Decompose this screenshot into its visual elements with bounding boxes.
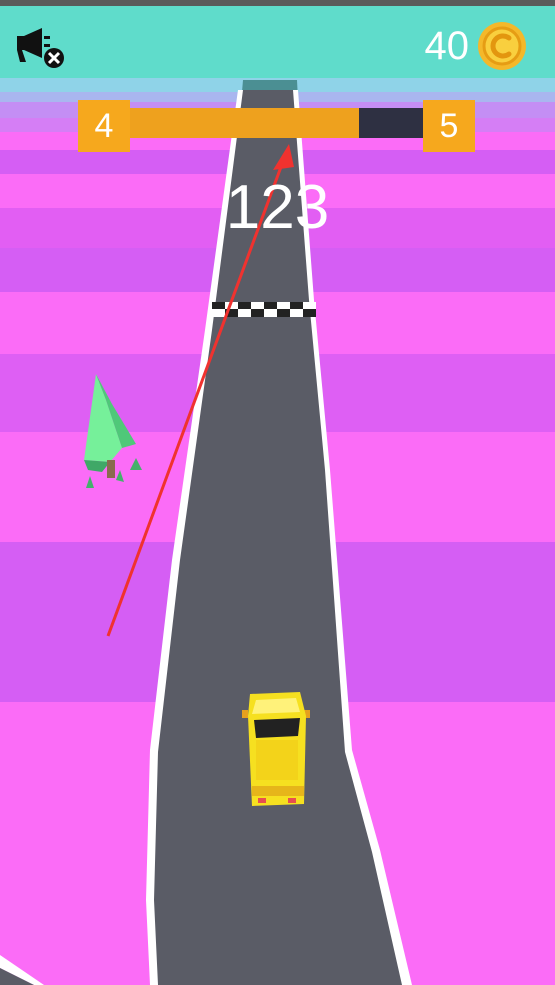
no-ads-megaphone-icon[interactable]	[14, 24, 68, 70]
coin-count: 40	[424, 24, 470, 68]
player-car[interactable]	[240, 686, 312, 814]
next-level-badge: 5	[423, 100, 475, 152]
level-progress: 4 5	[78, 100, 475, 152]
coin-counter: 40	[425, 20, 528, 72]
current-level-badge: 4	[78, 100, 130, 152]
top-bar: 40	[0, 0, 555, 78]
progress-track	[130, 108, 423, 138]
score-counter: 123	[225, 173, 330, 242]
progress-fill	[130, 108, 359, 138]
gold-coin-icon	[478, 22, 526, 70]
